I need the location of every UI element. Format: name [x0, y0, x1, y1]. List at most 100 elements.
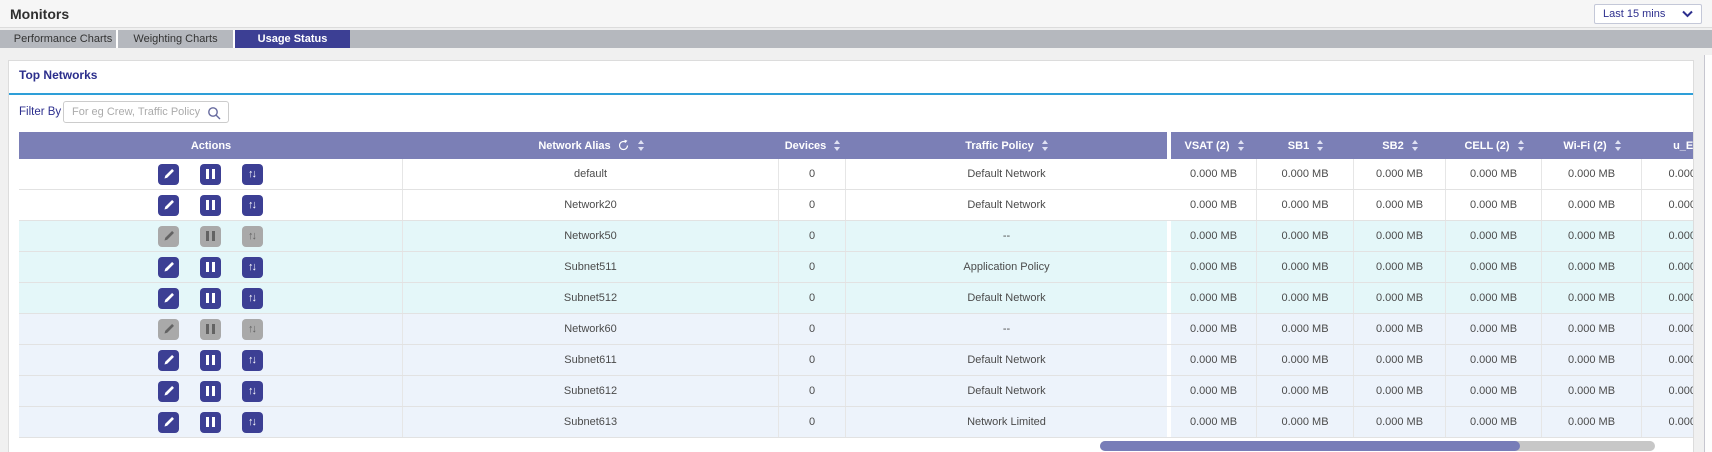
edit-button[interactable] — [158, 381, 179, 402]
search-icon[interactable] — [207, 106, 221, 120]
usage-cell-sb1: 0.000 MB — [1257, 376, 1354, 406]
horizontal-scrollbar-thumb[interactable] — [1100, 441, 1520, 451]
usage-cell-vsat: 0.000 MB — [1167, 252, 1257, 282]
usage-cell-cell: 0.000 MB — [1446, 283, 1542, 313]
edit-button[interactable] — [158, 319, 179, 340]
column-header-network-alias[interactable]: Network Alias — [403, 132, 779, 159]
pause-button[interactable] — [200, 381, 221, 402]
edit-button[interactable] — [158, 195, 179, 216]
edit-button[interactable] — [158, 288, 179, 309]
traffic-policy-cell: -- — [846, 221, 1167, 251]
table-body: ↑↓ default 0 Default Network 0.000 MB 0.… — [19, 159, 1693, 438]
devices-cell: 0 — [779, 221, 846, 251]
sort-carets-icon[interactable] — [1238, 140, 1244, 151]
reorder-button[interactable]: ↑↓ — [242, 226, 263, 247]
column-header-vsat[interactable]: VSAT (2) — [1167, 132, 1257, 159]
actions-cell: ↑↓ — [19, 159, 403, 189]
column-header-cell[interactable]: CELL (2) — [1446, 132, 1542, 159]
tab-usage-status[interactable]: Usage Status — [235, 30, 350, 48]
usage-cell-vsat: 0.000 MB — [1167, 345, 1257, 375]
column-label: Actions — [191, 140, 231, 152]
column-label: Wi-Fi (2) — [1563, 140, 1606, 152]
sort-carets-icon[interactable] — [1518, 140, 1524, 151]
edit-button[interactable] — [158, 412, 179, 433]
table-row: ↑↓ Network20 0 Default Network 0.000 MB … — [19, 190, 1693, 221]
traffic-policy-cell: Network Limited — [846, 407, 1167, 437]
horizontal-scrollbar[interactable] — [1100, 441, 1655, 451]
pause-button[interactable] — [200, 257, 221, 278]
edit-button[interactable] — [158, 164, 179, 185]
up-down-arrows-icon: ↑↓ — [248, 386, 257, 397]
table-row: ↑↓ Subnet611 0 Default Network 0.000 MB … — [19, 345, 1693, 376]
sort-carets-icon[interactable] — [1615, 140, 1621, 151]
vertical-scrollbar[interactable] — [1704, 55, 1712, 452]
pause-button[interactable] — [200, 164, 221, 185]
column-header-sb1[interactable]: SB1 — [1257, 132, 1354, 159]
usage-cell-sb1: 0.000 MB — [1257, 407, 1354, 437]
reorder-button[interactable]: ↑↓ — [242, 164, 263, 185]
reorder-button[interactable]: ↑↓ — [242, 412, 263, 433]
edit-button[interactable] — [158, 350, 179, 371]
column-header-traffic-policy[interactable]: Traffic Policy — [846, 132, 1167, 159]
sort-carets-icon[interactable] — [1042, 140, 1048, 151]
usage-cell-sb2: 0.000 MB — [1354, 252, 1446, 282]
column-header-sb2[interactable]: SB2 — [1354, 132, 1446, 159]
column-label: VSAT (2) — [1184, 140, 1229, 152]
pause-button[interactable] — [200, 288, 221, 309]
pause-button[interactable] — [200, 350, 221, 371]
usage-cell-cell: 0.000 MB — [1446, 407, 1542, 437]
column-label: CELL (2) — [1464, 140, 1509, 152]
usage-cell-cell: 0.000 MB — [1446, 159, 1542, 189]
network-alias-cell: Subnet512 — [403, 283, 779, 313]
filter-input[interactable] — [63, 101, 229, 123]
usage-cell-wifi: 0.000 MB — [1542, 314, 1642, 344]
sort-carets-icon[interactable] — [638, 140, 644, 151]
devices-cell: 0 — [779, 407, 846, 437]
pause-button[interactable] — [200, 412, 221, 433]
reorder-button[interactable]: ↑↓ — [242, 257, 263, 278]
pause-button[interactable] — [200, 195, 221, 216]
edit-button[interactable] — [158, 257, 179, 278]
usage-cell-vsat: 0.000 MB — [1167, 314, 1257, 344]
table-row: ↑↓ Subnet512 0 Default Network 0.000 MB … — [19, 283, 1693, 314]
pause-icon — [205, 417, 217, 427]
usage-cell-ueth: 0.000 MB — [1642, 345, 1693, 375]
refresh-icon[interactable] — [617, 139, 630, 152]
reorder-button[interactable]: ↑↓ — [242, 350, 263, 371]
edit-button[interactable] — [158, 226, 179, 247]
up-down-arrows-icon: ↑↓ — [248, 200, 257, 211]
pause-button[interactable] — [200, 226, 221, 247]
usage-cell-ueth: 0.000 MB — [1642, 314, 1693, 344]
actions-cell: ↑↓ — [19, 221, 403, 251]
sort-carets-icon[interactable] — [1317, 140, 1323, 151]
column-header-ueth[interactable]: u_Et — [1642, 132, 1693, 159]
tab-weighting-charts[interactable]: Weighting Charts — [118, 30, 235, 48]
usage-cell-sb2: 0.000 MB — [1354, 376, 1446, 406]
usage-cell-ueth: 0.000 MB — [1642, 283, 1693, 313]
tab-performance-charts[interactable]: Performance Charts — [10, 30, 118, 48]
reorder-button[interactable]: ↑↓ — [242, 381, 263, 402]
usage-cell-sb2: 0.000 MB — [1354, 314, 1446, 344]
tab-strip: Performance Charts Weighting Charts Usag… — [0, 30, 1712, 48]
sort-carets-icon[interactable] — [1412, 140, 1418, 151]
pause-icon — [205, 293, 217, 303]
column-header-devices[interactable]: Devices — [779, 132, 846, 159]
devices-cell: 0 — [779, 159, 846, 189]
sort-carets-icon[interactable] — [834, 140, 840, 151]
network-alias-cell: Subnet611 — [403, 345, 779, 375]
actions-cell: ↑↓ — [19, 314, 403, 344]
devices-cell: 0 — [779, 376, 846, 406]
traffic-policy-cell: Default Network — [846, 345, 1167, 375]
pause-button[interactable] — [200, 319, 221, 340]
reorder-button[interactable]: ↑↓ — [242, 319, 263, 340]
panel-title: Top Networks — [19, 68, 97, 82]
time-range-dropdown[interactable]: Last 15 mins — [1594, 4, 1702, 24]
pause-icon — [205, 386, 217, 396]
pencil-icon — [163, 230, 175, 242]
usage-cell-ueth: 0.000 MB — [1642, 407, 1693, 437]
column-header-wifi[interactable]: Wi-Fi (2) — [1542, 132, 1642, 159]
pause-icon — [205, 231, 217, 241]
reorder-button[interactable]: ↑↓ — [242, 195, 263, 216]
reorder-button[interactable]: ↑↓ — [242, 288, 263, 309]
up-down-arrows-icon: ↑↓ — [248, 355, 257, 366]
